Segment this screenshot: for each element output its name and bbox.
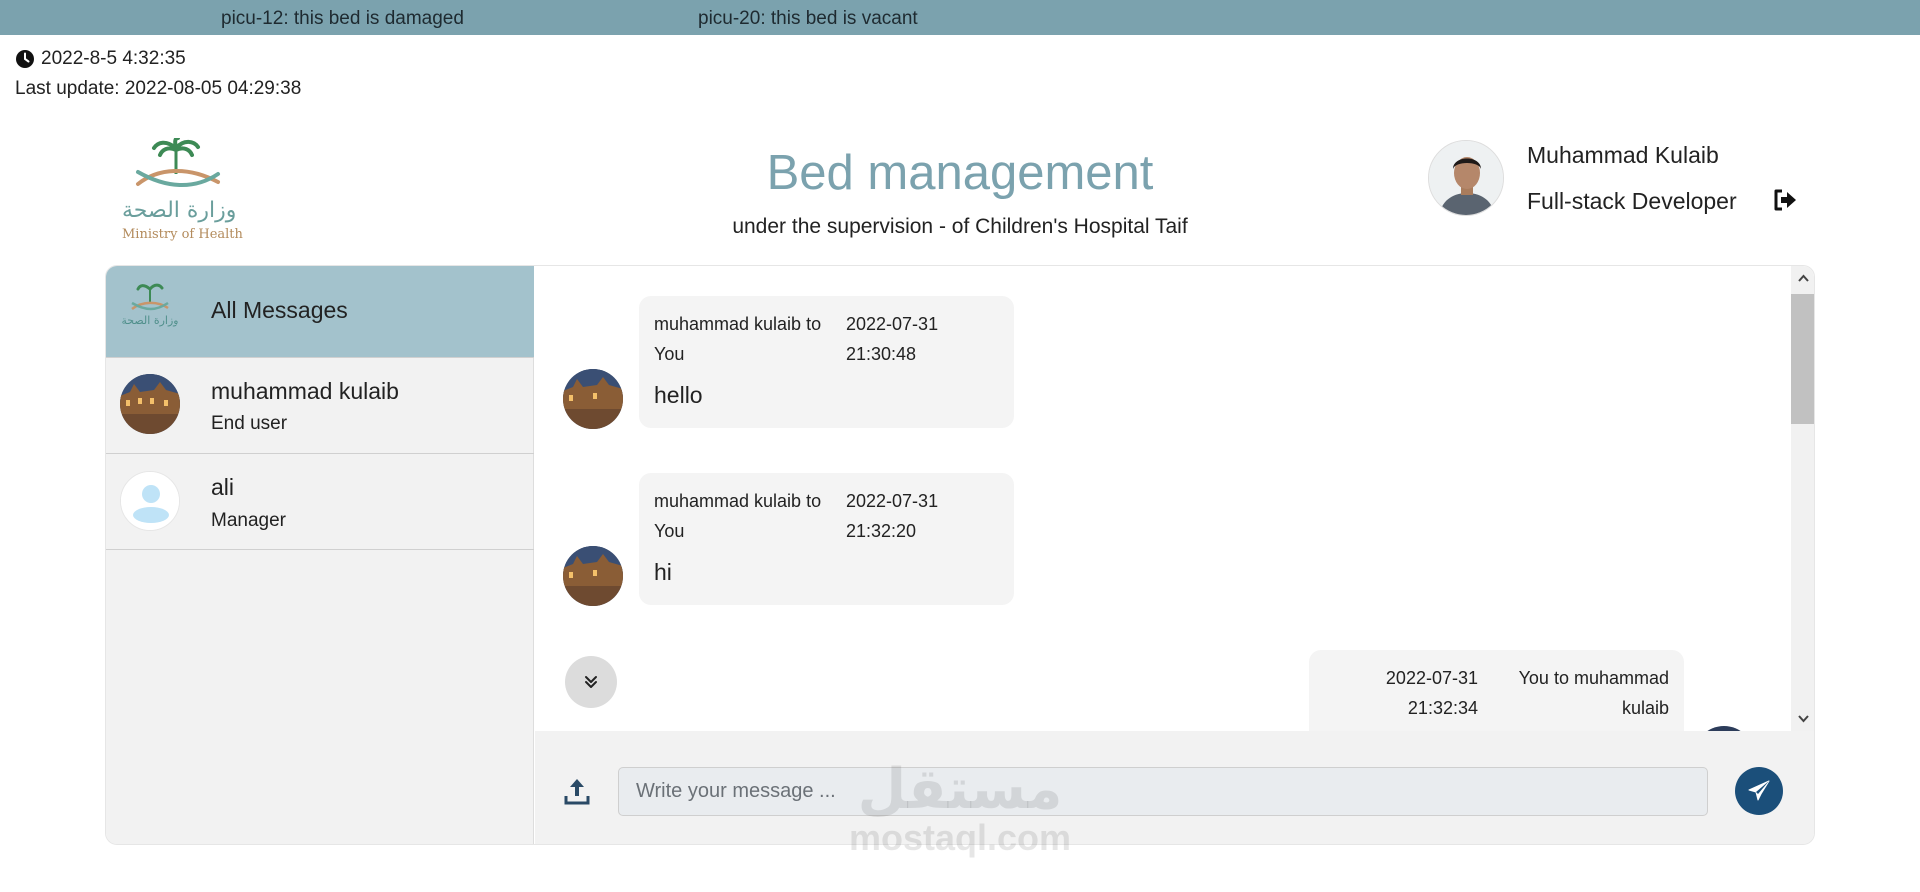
chat-panel: وزارة الصحة All Messages muhammad kulaib [105,265,1815,845]
svg-text:وزارة الصحة: وزارة الصحة [121,314,178,327]
clock-icon [16,50,34,68]
clock: 2022-8-5 4:32:35 [15,48,186,70]
scroll-down-arrow-icon[interactable] [1796,711,1811,726]
scroll-to-bottom-button[interactable] [565,656,617,708]
contact-avatar [120,471,180,531]
news-ticker: picu-12: this bed is damaged picu-20: th… [0,0,1920,35]
message-timestamp: 2022-07-31 21:32:34 [1385,668,1478,718]
message-thread[interactable]: muhammad kulaib to You 2022-07-31 21:30:… [535,266,1814,731]
logo-english-text: Ministry of Health [122,227,243,242]
message-timestamp: 2022-07-31 21:30:48 [846,314,939,364]
profile-role: Full-stack Developer [1527,188,1737,214]
default-user-icon [121,472,179,530]
building-photo-icon [120,374,180,434]
contact-name: ali [211,474,235,500]
palm-swords-emblem [136,136,220,187]
upload-icon[interactable] [563,776,591,806]
building-photo-icon [563,546,623,606]
message-input[interactable] [618,767,1708,816]
ticker-item-vacant: picu-20: this bed is vacant [698,8,918,29]
send-button[interactable] [1735,767,1783,815]
contact-role: End user [211,413,288,434]
message-sender: muhammad kulaib to You [654,314,822,364]
profile-avatar[interactable] [1428,140,1504,216]
profile-name: Muhammad Kulaib [1527,142,1719,168]
message-bubble-outgoing: 2022-07-31 21:32:34 You to muhammad kula… [1309,650,1684,731]
contact-list: وزارة الصحة All Messages muhammad kulaib [106,266,534,844]
message-composer [535,731,1814,844]
logout-icon[interactable] [1772,187,1798,213]
building-photo-icon [563,369,623,429]
message-sender: You to muhammad kulaib [1518,668,1669,718]
message-bubble: muhammad kulaib to You 2022-07-31 21:30:… [639,296,1014,428]
logo-arabic-text: وزارة الصحة [122,198,237,223]
message-text: hello [654,382,703,408]
contact-muhammad-kulaib[interactable]: muhammad kulaib End user [106,358,534,454]
contact-name: muhammad kulaib [211,378,399,404]
ministry-logo-icon: وزارة الصحة [121,283,179,327]
clock-text: 2022-8-5 4:32:35 [41,48,186,69]
ministry-logo: وزارة الصحة Ministry of Health [118,136,243,243]
message-timestamp: 2022-07-31 21:32:20 [846,491,939,541]
message-sender: muhammad kulaib to You [654,491,822,541]
sender-avatar [563,369,623,429]
scroll-up-arrow-icon[interactable] [1796,271,1811,286]
scrollbar-thumb[interactable] [1791,294,1814,424]
page-subtitle: under the supervision - of Children's Ho… [732,215,1188,238]
last-update-text: Last update: 2022-08-05 04:29:38 [15,78,302,99]
contact-avatar [120,374,180,434]
page-title: Bed management [766,146,1154,200]
paper-plane-icon [1748,780,1770,801]
contact-role: Manager [211,510,286,531]
ticker-item-damaged: picu-12: this bed is damaged [221,8,464,29]
message-bubble: muhammad kulaib to You 2022-07-31 21:32:… [639,473,1014,605]
message-text: hi [654,559,672,585]
sender-avatar [563,546,623,606]
contact-avatar: وزارة الصحة [120,281,180,341]
message-scrollbar[interactable] [1791,266,1814,731]
double-chevron-down-icon [585,676,597,688]
contact-ali[interactable]: ali Manager [106,454,534,550]
person-photo-icon [1429,141,1503,215]
contact-all-messages[interactable]: وزارة الصحة All Messages [106,266,534,358]
contact-name: All Messages [211,297,348,323]
